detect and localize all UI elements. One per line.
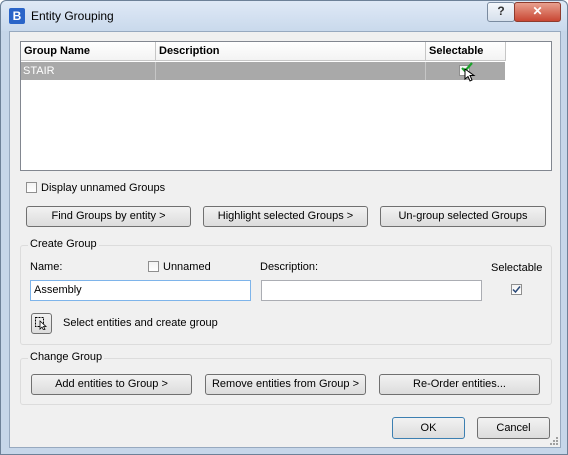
group-selectable-cell (426, 62, 505, 82)
dialog-body: Group Name Description Selectable STAIR … (9, 31, 561, 448)
add-entities-to-group-button[interactable]: Add entities to Group > (31, 374, 192, 395)
description-input[interactable] (261, 280, 482, 301)
name-input[interactable]: Assembly (30, 280, 251, 301)
selectable-label: Selectable (491, 262, 543, 274)
column-header-group-name[interactable]: Group Name (21, 42, 156, 61)
description-label: Description: (260, 261, 319, 273)
mouse-cursor-icon (464, 68, 476, 82)
ok-button[interactable]: OK (392, 417, 465, 439)
highlight-selected-groups-button[interactable]: Highlight selected Groups > (203, 206, 368, 227)
groups-list[interactable]: Group Name Description Selectable STAIR (20, 41, 552, 171)
column-header-selectable[interactable]: Selectable (426, 42, 506, 61)
display-unnamed-checkbox[interactable] (26, 182, 37, 193)
table-row[interactable]: STAIR (21, 62, 505, 82)
select-entities-label: Select entities and create group (63, 317, 218, 329)
group-name-cell: STAIR (21, 62, 156, 80)
create-group-title: Create Group (28, 238, 99, 250)
help-button[interactable]: ? (487, 2, 515, 22)
checkmark-icon (512, 286, 521, 294)
cancel-button[interactable]: Cancel (477, 417, 550, 439)
app-logo-icon: B (9, 8, 25, 24)
group-description-cell (156, 62, 426, 80)
select-entities-icon (35, 317, 48, 330)
remove-entities-from-group-button[interactable]: Remove entities from Group > (205, 374, 366, 395)
unnamed-checkbox[interactable] (148, 261, 159, 272)
title-bar[interactable]: B Entity Grouping ? ✕ (1, 1, 567, 31)
select-entities-button[interactable] (31, 313, 52, 334)
display-unnamed-label: Display unnamed Groups (41, 182, 166, 194)
reorder-entities-button[interactable]: Re-Order entities... (379, 374, 540, 395)
name-label: Name: (30, 261, 63, 273)
resize-grip-icon[interactable] (548, 435, 558, 445)
column-header-description[interactable]: Description (156, 42, 426, 61)
close-button[interactable]: ✕ (514, 2, 561, 22)
change-group-title: Change Group (28, 351, 105, 363)
entity-grouping-dialog: B Entity Grouping ? ✕ Group Name Descrip… (0, 0, 568, 455)
dialog-title: Entity Grouping (31, 9, 114, 23)
find-groups-by-entity-button[interactable]: Find Groups by entity > (26, 206, 191, 227)
selectable-checkbox[interactable] (511, 284, 522, 295)
ungroup-selected-groups-button[interactable]: Un-group selected Groups (380, 206, 546, 227)
unnamed-label: Unnamed (163, 261, 211, 273)
